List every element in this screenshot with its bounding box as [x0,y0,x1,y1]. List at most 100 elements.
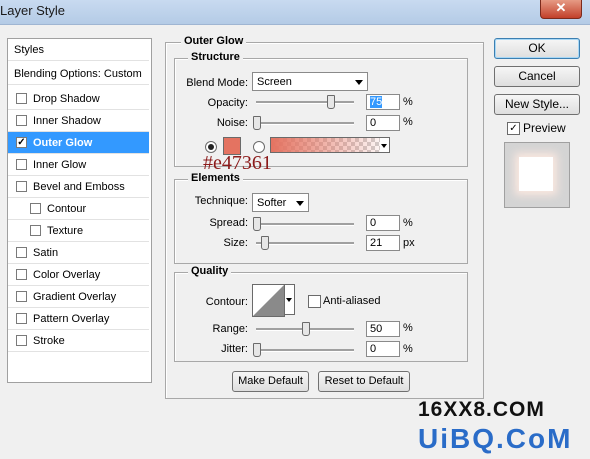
style-item-stroke[interactable]: Stroke [8,330,149,352]
opacity-value: 75 [370,96,383,108]
texture-checkbox[interactable] [30,225,41,236]
spread-thumb[interactable] [253,217,261,231]
jitter-slider[interactable] [253,343,354,357]
gradient-fill [271,138,389,152]
jitter-value: 0 [370,343,377,355]
size-thumb[interactable] [261,236,270,250]
blending-options-item[interactable]: Blending Options: Custom [8,63,149,85]
style-item-bevel-emboss[interactable]: Bevel and Emboss [8,176,149,198]
style-item-color-overlay[interactable]: Color Overlay [8,264,149,286]
size-input[interactable]: 21 [366,235,400,251]
inner-shadow-checkbox[interactable] [16,115,27,126]
size-value: 21 [370,237,383,249]
styles-list: Styles Blending Options: Custom Drop Sha… [7,38,152,383]
close-button[interactable]: ✕ [540,0,582,19]
pattern-overlay-checkbox[interactable] [16,313,27,324]
spread-label: Spread: [209,217,248,229]
preview-glow [519,157,553,191]
range-label: Range: [212,323,248,335]
spread-track [256,223,354,226]
range-unit: % [403,322,413,334]
contour-dropdown-button[interactable] [285,284,295,315]
style-item-contour[interactable]: Contour [8,198,149,220]
jitter-input[interactable]: 0 [366,341,400,357]
outer-glow-checkbox[interactable]: ✓ [16,137,27,148]
stroke-checkbox[interactable] [16,335,27,346]
chevron-down-icon [381,144,387,148]
range-input[interactable]: 50 [366,321,400,337]
range-thumb[interactable] [302,322,310,336]
preview-label: Preview [523,121,566,135]
noise-input[interactable]: 0 [366,115,400,131]
style-item-label: Satin [33,246,59,259]
style-item-inner-shadow[interactable]: Inner Shadow [8,110,149,132]
technique-dropdown[interactable]: Softer [252,193,309,212]
preview-thumbnail [504,142,570,208]
style-item-gradient-overlay[interactable]: Gradient Overlay [8,286,149,308]
cancel-button[interactable]: Cancel [494,66,580,87]
spread-value: 0 [370,217,377,229]
spread-unit: % [403,217,413,229]
opacity-slider[interactable] [256,95,354,109]
jitter-thumb[interactable] [253,343,261,357]
noise-value: 0 [370,117,377,129]
color-overlay-checkbox[interactable] [16,269,27,280]
range-value: 50 [370,323,383,335]
preview-checkbox[interactable]: ✓ [507,122,520,135]
technique-label: Technique: [194,195,248,207]
radio-dot [208,144,214,150]
size-label: Size: [223,237,248,249]
outer-glow-title: Outer Glow [181,35,247,47]
anti-aliased-label: Anti-aliased [323,295,381,307]
gradient-overlay-checkbox[interactable] [16,291,27,302]
chevron-down-icon [355,80,363,85]
style-item-outer-glow[interactable]: ✓ Outer Glow [8,132,149,154]
noise-unit: % [403,116,413,128]
ok-button[interactable]: OK [494,38,580,59]
style-item-drop-shadow[interactable]: Drop Shadow [8,88,149,110]
range-slider[interactable] [256,322,354,336]
style-item-texture[interactable]: Texture [8,220,149,242]
opacity-thumb[interactable] [326,95,335,109]
styles-header[interactable]: Styles [8,39,149,61]
jitter-unit: % [403,343,413,355]
noise-track [256,122,354,125]
chevron-down-icon [286,298,292,302]
glow-gradient-picker[interactable] [270,137,390,153]
satin-checkbox[interactable] [16,247,27,258]
anti-aliased-checkbox[interactable] [308,295,321,308]
opacity-label: Opacity: [207,97,248,109]
gradient-dropdown-button[interactable] [380,137,390,153]
drop-shadow-checkbox[interactable] [16,93,27,104]
style-item-inner-glow[interactable]: Inner Glow [8,154,149,176]
opacity-track [256,101,354,104]
styles-header-label: Styles [14,43,44,56]
quality-title: Quality [188,265,232,277]
contour-label: Contour: [205,296,248,308]
style-item-label: Texture [47,224,84,237]
bevel-emboss-checkbox[interactable] [16,181,27,192]
noise-slider[interactable] [253,116,354,130]
new-style-button[interactable]: New Style... [494,94,580,115]
style-item-pattern-overlay[interactable]: Pattern Overlay [8,308,149,330]
opacity-input[interactable]: 75 [366,94,400,110]
style-item-label: Outer Glow [33,136,93,149]
reset-default-button[interactable]: Reset to Default [318,371,410,392]
spread-slider[interactable] [253,217,354,231]
spread-input[interactable]: 0 [366,215,400,231]
make-default-button[interactable]: Make Default [232,371,309,392]
size-slider[interactable] [256,236,354,250]
style-item-label: Color Overlay [33,268,101,281]
contour-checkbox[interactable] [30,203,41,214]
contour-picker[interactable] [252,284,285,317]
style-item-satin[interactable]: Satin [8,242,149,264]
blend-mode-dropdown[interactable]: Screen [252,72,368,91]
inner-glow-checkbox[interactable] [16,159,27,170]
style-item-label: Pattern Overlay [33,312,110,325]
technique-value: Softer [257,197,287,209]
noise-thumb[interactable] [253,116,261,130]
watermark-line2: UiBQ.CoM [418,423,573,454]
jitter-track [256,349,354,352]
contour-curve-icon [253,285,284,316]
style-item-label: Contour [47,202,87,215]
